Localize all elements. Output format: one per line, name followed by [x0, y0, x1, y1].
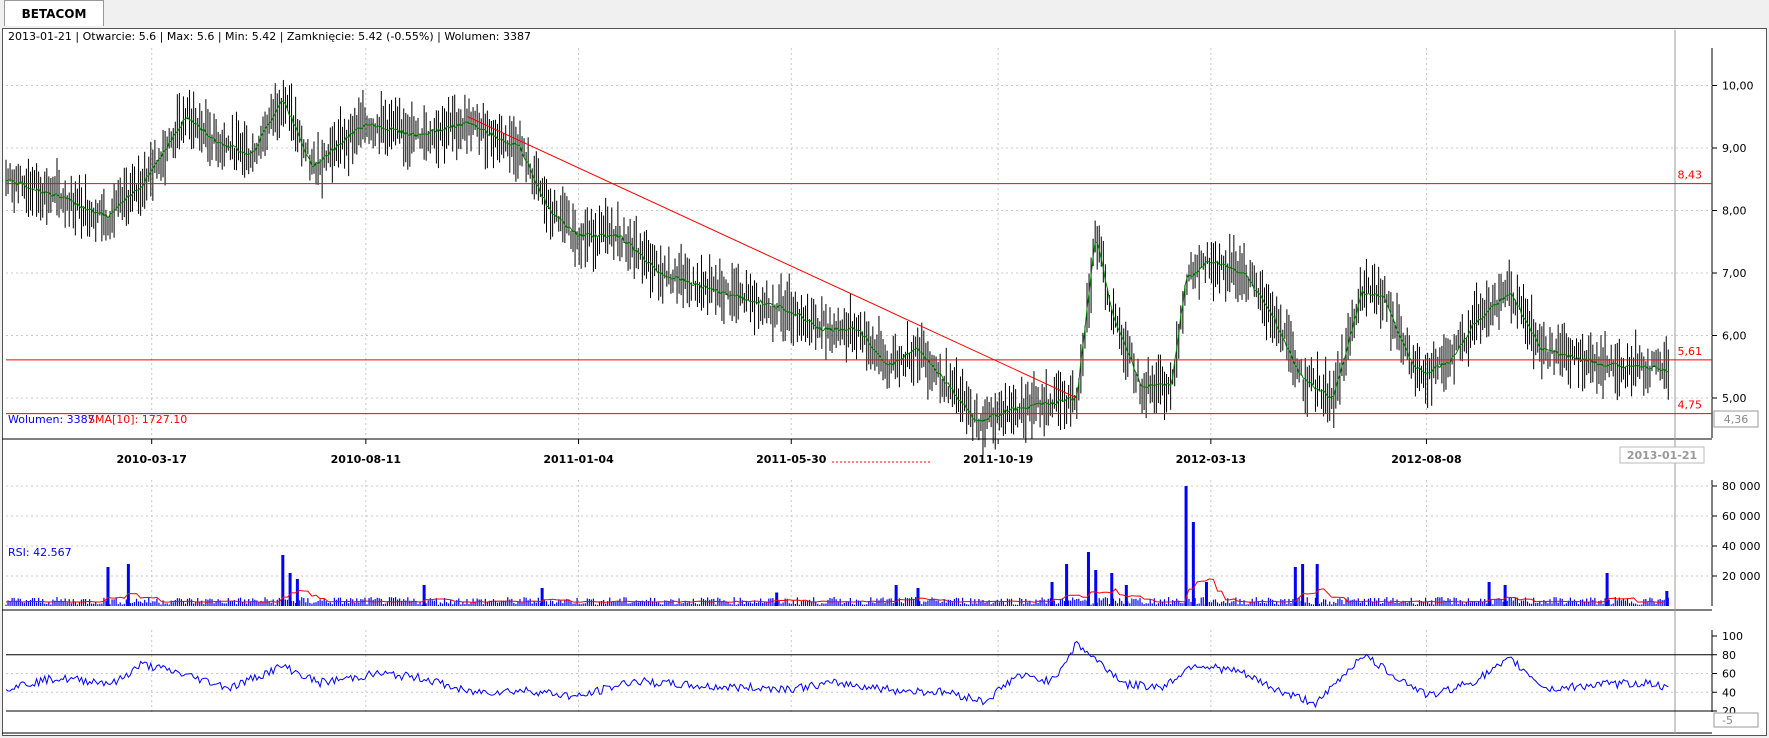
- volume-spike-bar: [1086, 552, 1090, 606]
- rsi-cursor-label: -5: [1722, 714, 1733, 727]
- volume-spike-bar: [540, 588, 544, 606]
- price-x-tick-label: 2012-03-13: [1176, 453, 1246, 466]
- price-x-tick-label: 2011-05-30: [756, 453, 827, 466]
- volume-spike-bar: [1503, 585, 1507, 606]
- level-label: 8,43: [1678, 169, 1703, 182]
- volume-spike-bar: [1665, 591, 1669, 606]
- volume-spike-bar: [288, 573, 292, 606]
- volume-spike-bar: [1487, 582, 1491, 606]
- rsi-y-tick-label: 40: [1722, 686, 1736, 699]
- rsi-line: [5, 640, 1669, 709]
- rsi-y-tick-label: 80: [1722, 649, 1736, 662]
- stock-chart[interactable]: 2010-03-17 2010-08-11 2011-01-04 2011-05-30…: [0, 0, 1769, 738]
- price-y-tick-label: 9,00: [1722, 142, 1747, 155]
- volume-spike-bar: [1065, 564, 1069, 606]
- volume-spike-bar: [1110, 573, 1114, 606]
- volume-spike-bar: [126, 564, 130, 606]
- price-y-tick-label: 8,00: [1722, 205, 1747, 218]
- cursor-date-label: 2013-01-21: [1627, 449, 1697, 462]
- volume-spike-bar: [422, 585, 426, 606]
- volume-y-tick-label: 60 000: [1722, 510, 1761, 523]
- trend-line: [467, 116, 1078, 399]
- volume-spike-bar: [106, 567, 110, 606]
- volume-spike-bar: [1204, 582, 1208, 606]
- volume-spike-bar: [1094, 570, 1098, 606]
- price-y-tick-label: 10,00: [1722, 80, 1754, 93]
- price-sma-line: [5, 100, 1669, 423]
- volume-sma-line: [5, 578, 1667, 603]
- volume-y-tick-label: 20 000: [1722, 570, 1761, 583]
- rsi-y-tick-label: 100: [1722, 630, 1743, 643]
- volume-spike-bar: [1184, 486, 1188, 606]
- volume-spike-bar: [1050, 582, 1054, 606]
- volume-spike-bar: [916, 588, 920, 606]
- level-label: 4,75: [1678, 399, 1703, 412]
- price-x-tick-label: 2011-10-19: [963, 453, 1033, 466]
- volume-spike-bar: [1301, 564, 1305, 606]
- rsi-y-tick-label: 60: [1722, 668, 1736, 681]
- volume-spike-bar: [894, 585, 898, 606]
- level-label: 5,61: [1678, 345, 1703, 358]
- cursor-price-label: 4,36: [1724, 413, 1749, 426]
- price-x-tick-label: 2010-08-11: [331, 453, 401, 466]
- price-x-tick-label: 2012-08-08: [1391, 453, 1461, 466]
- volume-spike-bar: [1191, 522, 1195, 606]
- price-y-tick-label: 7,00: [1722, 267, 1747, 280]
- volume-spike-bar: [1315, 564, 1319, 606]
- price-x-tick-label: 2010-03-17: [116, 453, 186, 466]
- price-y-tick-label: 6,00: [1722, 330, 1747, 343]
- rsi-cursor-box: [1713, 712, 1759, 728]
- price-x-tick-label: 2011-01-04: [543, 453, 614, 466]
- volume-spike-bar: [775, 592, 779, 606]
- volume-y-tick-label: 80 000: [1722, 480, 1761, 493]
- price-y-tick-label: 5,00: [1722, 392, 1747, 405]
- volume-y-tick-label: 40 000: [1722, 540, 1761, 553]
